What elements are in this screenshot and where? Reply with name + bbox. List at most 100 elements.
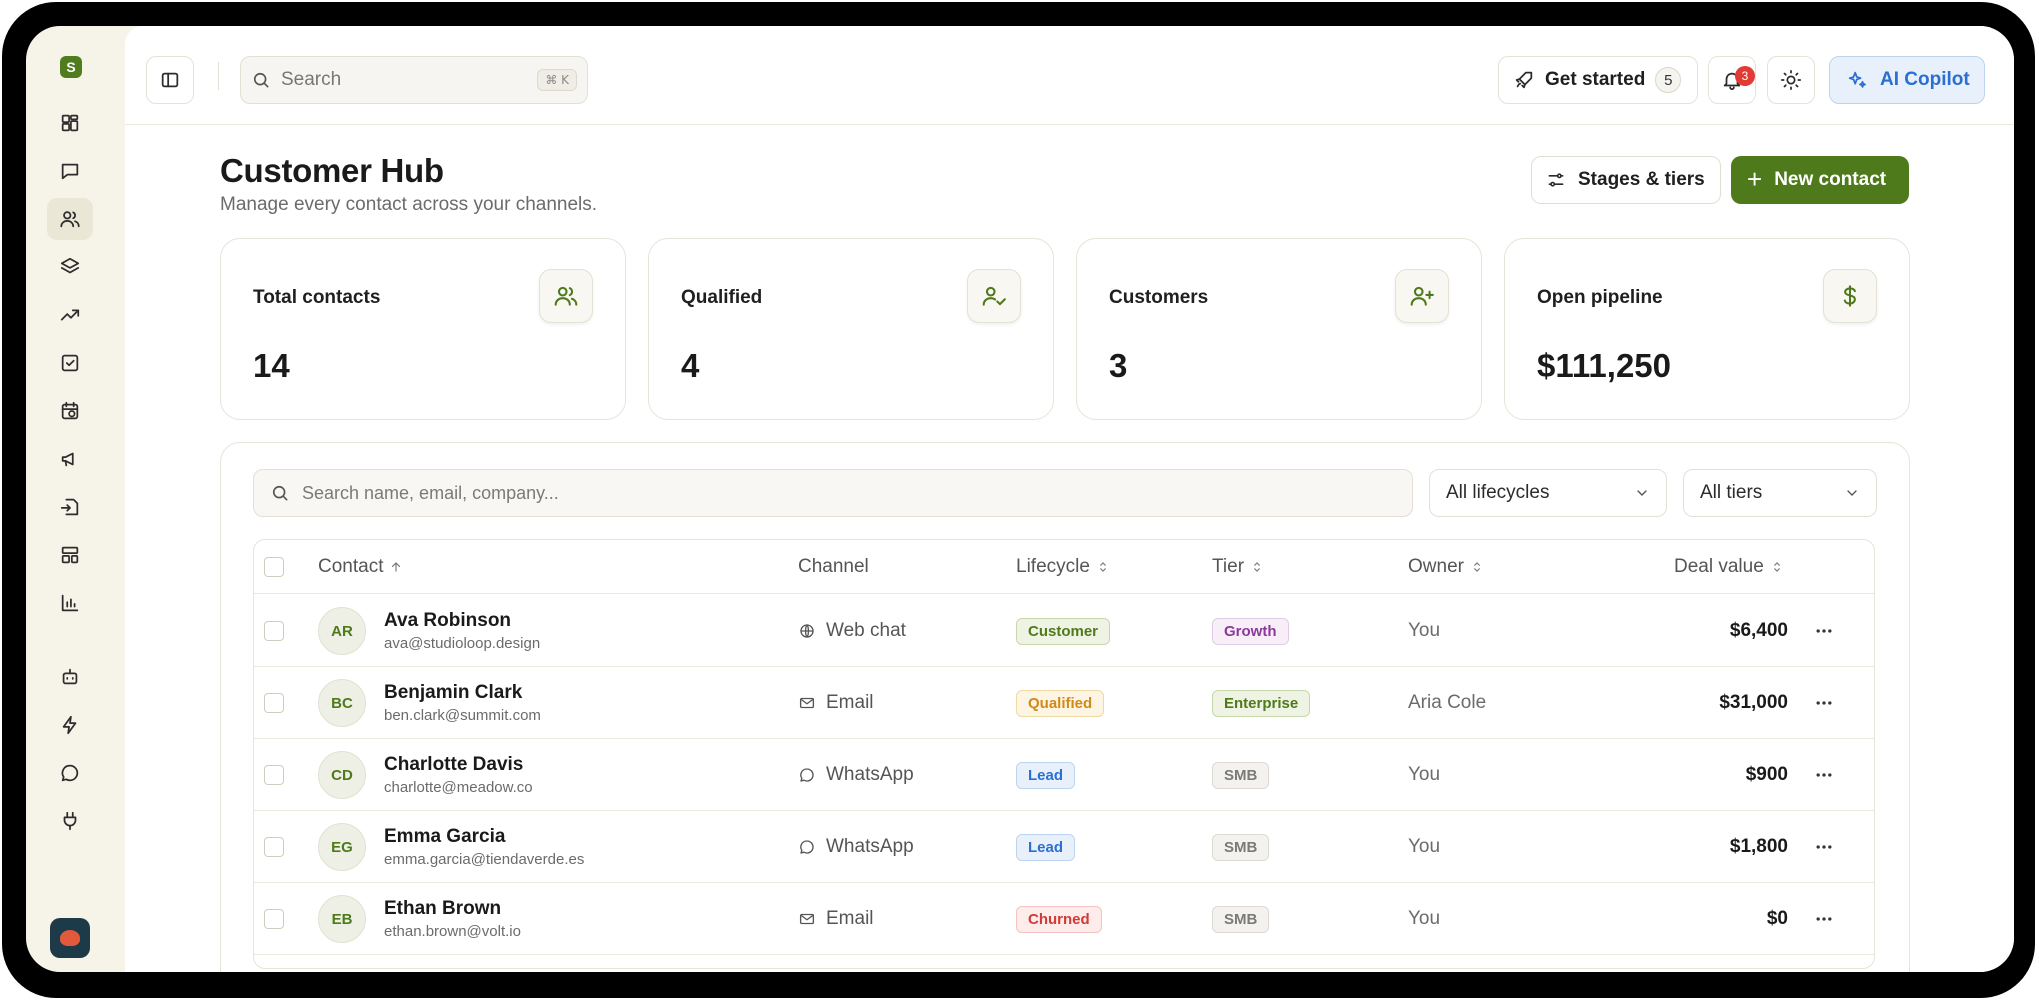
table-row[interactable]: BC Benjamin Clark ben.clark@summit.com E… xyxy=(254,667,1874,739)
row-actions-button[interactable] xyxy=(1804,739,1844,811)
trending-up-icon[interactable] xyxy=(47,294,93,336)
tier-filter-dropdown[interactable]: All tiers xyxy=(1683,469,1877,517)
new-contact-label: New contact xyxy=(1774,169,1887,190)
column-header-contact[interactable]: Contact xyxy=(318,540,403,594)
row-checkbox[interactable] xyxy=(264,837,284,857)
stat-value: $111,250 xyxy=(1537,347,1671,384)
global-search-input[interactable] xyxy=(281,69,538,91)
column-header-lifecycle[interactable]: Lifecycle xyxy=(1016,540,1110,594)
sort-icon xyxy=(1100,562,1106,572)
reports-icon[interactable] xyxy=(47,582,93,624)
column-label: Contact xyxy=(318,556,384,577)
theme-toggle-button[interactable] xyxy=(1767,56,1815,104)
table-row[interactable]: CD Charlotte Davis charlotte@meadow.co W… xyxy=(254,739,1874,811)
more-horizontal-icon xyxy=(1816,701,1832,705)
table-row[interactable]: EG Emma Garcia emma.garcia@tiendaverde.e… xyxy=(254,811,1874,883)
contacts-icon[interactable] xyxy=(47,198,93,240)
lifecycle-badge: Customer xyxy=(1016,617,1111,645)
new-contact-button[interactable]: + New contact xyxy=(1731,156,1909,204)
megaphone-icon[interactable] xyxy=(47,438,93,480)
sidebar-toggle-button[interactable] xyxy=(146,56,194,104)
chat-icon[interactable] xyxy=(47,752,93,794)
contact-name[interactable]: Ethan Brown xyxy=(384,898,501,920)
lifecycle-badge: Churned xyxy=(1016,905,1102,933)
row-checkbox[interactable] xyxy=(264,765,284,785)
lifecycle-filter-dropdown[interactable]: All lifecycles xyxy=(1429,469,1667,517)
app-screen: S Search ⌘ K Get started 5 3 AI Copilot … xyxy=(26,26,2014,972)
plug-icon[interactable] xyxy=(47,800,93,842)
lightning-icon[interactable] xyxy=(47,704,93,746)
sort-icon xyxy=(1474,562,1480,572)
top-bar: ⌘ K Get started 5 3 AI Copilot xyxy=(125,26,2014,125)
column-header-tier[interactable]: Tier xyxy=(1212,540,1264,594)
row-actions-button[interactable] xyxy=(1804,883,1844,955)
more-horizontal-icon xyxy=(1816,917,1832,921)
owner-label: You xyxy=(1408,764,1441,785)
chevron-down-icon xyxy=(1847,490,1857,496)
lifecycle-badge: Lead xyxy=(1016,761,1076,789)
deal-value: $1,800 xyxy=(1729,836,1788,857)
stages-tiers-button[interactable]: Stages & tiers xyxy=(1531,156,1721,204)
row-checkbox[interactable] xyxy=(264,693,284,713)
stat-value: 3 xyxy=(1109,347,1128,384)
contact-name[interactable]: Ava Robinson xyxy=(384,610,511,632)
notification-badge: 3 xyxy=(1735,66,1755,86)
row-checkbox[interactable] xyxy=(264,621,284,641)
globe-icon xyxy=(800,624,814,638)
get-started-button[interactable]: Get started 5 xyxy=(1498,56,1698,104)
chevron-down-icon xyxy=(1637,490,1647,496)
user-avatar[interactable] xyxy=(50,918,90,958)
contact-avatar: AR xyxy=(318,607,366,655)
nav-rail: S xyxy=(26,26,125,972)
tier-badge: SMB xyxy=(1212,761,1270,789)
row-actions-button[interactable] xyxy=(1804,811,1844,883)
sliders-icon xyxy=(1548,173,1564,187)
stat-label: Qualified xyxy=(681,287,763,308)
row-actions-button[interactable] xyxy=(1804,595,1844,667)
tasks-icon[interactable] xyxy=(47,342,93,384)
templates-icon[interactable] xyxy=(47,534,93,576)
ai-copilot-label: AI Copilot xyxy=(1880,69,1970,90)
app-logo-icon[interactable]: S xyxy=(60,56,82,78)
ai-copilot-button[interactable]: AI Copilot xyxy=(1829,56,1985,104)
contact-name[interactable]: Charlotte Davis xyxy=(384,754,523,776)
contacts-search-input[interactable] xyxy=(302,482,1396,504)
column-header-owner[interactable]: Owner xyxy=(1408,540,1484,594)
notifications-button[interactable]: 3 xyxy=(1708,56,1756,104)
table-row[interactable]: AR Ava Robinson ava@studioloop.design We… xyxy=(254,595,1874,667)
column-header-deal-value[interactable]: Deal value xyxy=(1674,540,1784,594)
row-checkbox[interactable] xyxy=(264,909,284,929)
bot-icon[interactable] xyxy=(47,656,93,698)
select-all-checkbox[interactable] xyxy=(264,557,284,577)
stat-label: Customers xyxy=(1109,287,1209,308)
dashboard-icon[interactable] xyxy=(47,102,93,144)
contacts-table: Contact Channel Lifecycle Tier Owner Dea… xyxy=(253,539,1875,969)
contact-email: ethan.brown@volt.io xyxy=(384,923,521,940)
contact-name[interactable]: Emma Garcia xyxy=(384,826,505,848)
layers-icon[interactable] xyxy=(47,246,93,288)
divider xyxy=(218,62,219,90)
sort-icon xyxy=(1773,562,1780,572)
tier-badge: SMB xyxy=(1212,905,1270,933)
column-header-channel[interactable]: Channel xyxy=(798,540,869,594)
calendar-clock-icon[interactable] xyxy=(47,390,93,432)
tier-filter-label: All tiers xyxy=(1700,482,1763,503)
stat-card-customers: Customers 3 xyxy=(1076,238,1482,420)
import-icon[interactable] xyxy=(47,486,93,528)
rocket-icon xyxy=(1515,71,1533,89)
contacts-search[interactable] xyxy=(253,469,1413,517)
deal-value: $900 xyxy=(1745,764,1788,785)
column-label: Channel xyxy=(798,556,869,577)
chat-bubble-icon xyxy=(800,768,814,782)
contact-avatar: EG xyxy=(318,823,366,871)
mail-icon xyxy=(799,697,815,709)
global-search[interactable]: ⌘ K xyxy=(240,56,588,104)
contact-avatar: CD xyxy=(318,751,366,799)
page-title: Customer Hub xyxy=(220,152,444,189)
table-row[interactable]: EB Ethan Brown ethan.brown@volt.io Email… xyxy=(254,883,1874,955)
messages-icon[interactable] xyxy=(47,150,93,192)
stat-card-total-contacts: Total contacts 14 xyxy=(220,238,626,420)
row-actions-button[interactable] xyxy=(1804,667,1844,739)
sun-icon xyxy=(1780,69,1802,91)
contact-name[interactable]: Benjamin Clark xyxy=(384,682,522,704)
